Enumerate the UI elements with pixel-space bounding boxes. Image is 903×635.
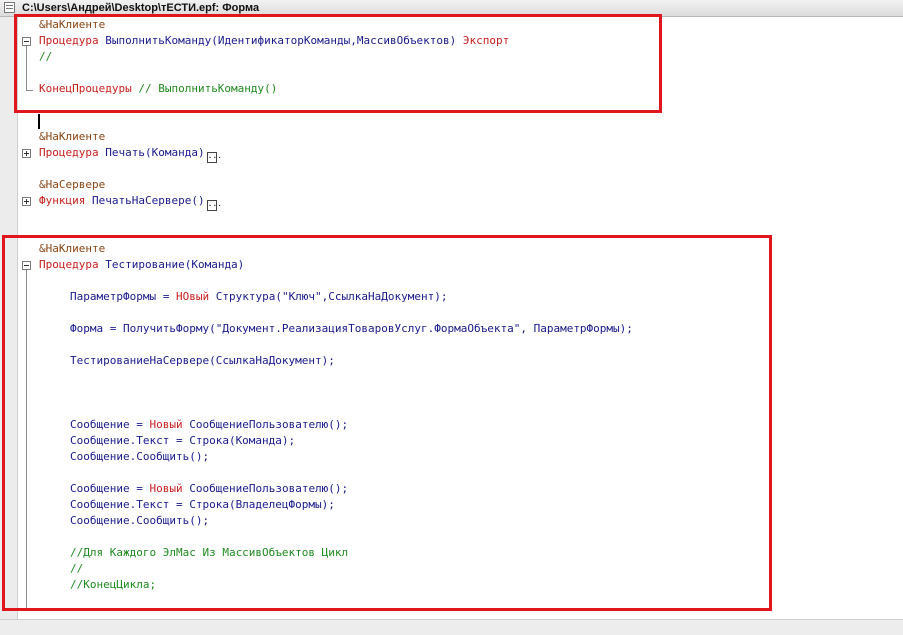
keyword: Функция — [39, 194, 86, 207]
signature: ПечатьНаСервере() — [85, 194, 205, 207]
collapsed-code-marker[interactable]: ... — [206, 200, 222, 211]
highlight-frame-top — [14, 14, 662, 113]
keyword: Процедура — [39, 146, 99, 159]
signature: Печать(Команда) — [98, 146, 205, 159]
expand-plus-icon[interactable] — [22, 149, 31, 158]
highlight-frame-bottom — [2, 235, 772, 611]
directive-line: &НаКлиенте — [39, 130, 106, 143]
collapsed-code-marker[interactable]: ... — [206, 152, 222, 163]
directive-line: &НаСервере — [39, 178, 106, 191]
text-caret — [38, 114, 40, 129]
window-icon[interactable] — [4, 2, 15, 13]
procedure-declaration: Процедура Печать(Команда)... — [39, 145, 222, 163]
expand-plus-icon[interactable] — [22, 197, 31, 206]
horizontal-scrollbar[interactable] — [0, 619, 903, 635]
function-declaration: Функция ПечатьНаСервере()... — [39, 193, 222, 211]
